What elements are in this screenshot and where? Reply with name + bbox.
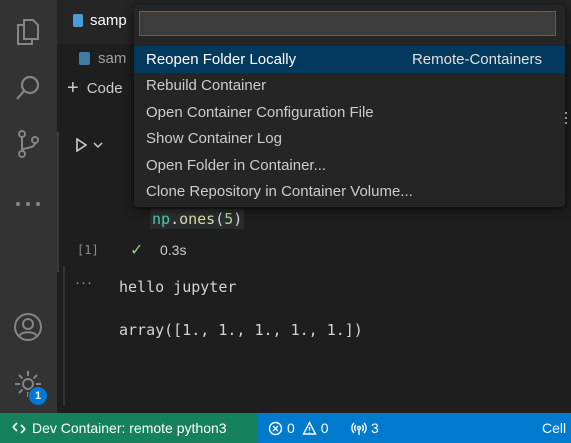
run-cell-button[interactable] [75,138,103,152]
problems-indicator[interactable]: 0 0 [268,413,329,443]
warning-icon [302,420,317,435]
cell-status[interactable]: Cell [542,413,566,443]
quick-pick-item-label: Clone Repository in Container Volume... [146,183,413,201]
search-icon[interactable] [12,72,44,104]
more-icon[interactable] [12,188,44,220]
code-token-open-paren: ( [215,210,225,228]
remote-indicator[interactable]: Dev Container: remote python3 [0,413,258,443]
execution-time: 0.3s [160,242,187,258]
breadcrumb-file: sam [98,50,127,67]
cell-status-label: Cell [542,420,567,436]
play-icon [76,138,87,152]
files-icon[interactable] [12,16,44,48]
quick-pick-item-reopen-locally[interactable]: Reopen Folder Locally Remote-Containers [134,46,565,73]
quick-pick-item-show-log[interactable]: Show Container Log [134,126,565,153]
add-code-cell-button[interactable]: + Code [67,78,123,98]
quick-pick-item-rebuild[interactable]: Rebuild Container [134,73,565,100]
code-token-number: 5 [224,210,234,228]
error-count: 0 [287,420,295,436]
code-token-function: ones [179,210,216,228]
account-icon[interactable] [12,311,44,343]
chevron-down-icon[interactable] [93,141,103,149]
activity-bar: 1 [0,0,57,413]
code-token-close-paren: ) [233,210,243,228]
quick-pick-item-label: Rebuild Container [146,77,267,95]
quick-pick-list: Reopen Folder Locally Remote-Containers … [134,46,565,205]
breadcrumb[interactable]: sam [79,50,126,67]
output-actions-button[interactable]: ··· [75,274,93,291]
error-icon [268,421,283,435]
command-quick-pick: Reopen Folder Locally Remote-Containers … [134,5,565,207]
cell-focus-indicator [57,132,59,272]
code-token-module: np [152,210,171,228]
quick-pick-item-label: Open Folder in Container... [146,156,327,174]
broadcast-icon [351,422,367,435]
quick-pick-item-open-folder[interactable]: Open Folder in Container... [134,152,565,179]
ports-count: 3 [371,420,379,436]
output-line: array([1., 1., 1., 1., 1.]) [119,321,363,339]
output-line: hello jupyter [119,278,237,296]
quick-pick-item-label: Reopen Folder Locally [146,50,297,68]
notebook-file-icon [73,14,83,27]
quick-pick-item-label: Open Container Configuration File [146,103,374,121]
quick-pick-item-description: Remote-Containers [411,50,542,68]
settings-badge: 1 [28,386,48,406]
add-code-label: Code [86,79,123,97]
output-divider [63,266,65,406]
tab-title: samp [90,12,127,29]
ports-indicator[interactable]: 3 [351,413,379,443]
quick-pick-item-label: Show Container Log [146,130,282,148]
remote-label: Dev Container: remote python3 [32,420,227,436]
remote-icon [12,422,26,434]
warning-count: 0 [320,420,329,436]
quick-pick-item-open-config[interactable]: Open Container Configuration File [134,99,565,126]
quick-pick-item-clone-repo[interactable]: Clone Repository in Container Volume... [134,179,565,206]
status-bar: Dev Container: remote python3 0 0 3 Cell [0,413,571,443]
code-token-dot: . [170,210,180,228]
code-line[interactable]: np.ones(5) [150,209,245,229]
plus-icon: + [67,77,79,99]
success-check-icon: ✓ [130,242,144,259]
execution-count: [1] [77,243,99,257]
tab-notebook[interactable]: samp [73,12,127,29]
quick-pick-input[interactable] [139,11,556,36]
source-control-icon[interactable] [12,128,44,160]
notebook-file-icon [79,52,90,65]
